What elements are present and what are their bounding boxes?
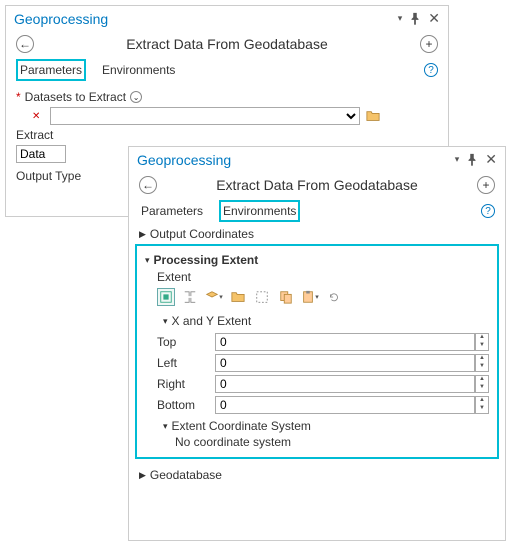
ecs-value: No coordinate system	[175, 435, 489, 449]
dropdown-icon[interactable]: ▾	[455, 154, 460, 165]
spinner-left: ▲▼	[215, 354, 489, 372]
tab-environments[interactable]: Environments	[219, 200, 300, 222]
tab-parameters[interactable]: Parameters	[16, 59, 86, 81]
extent-paste-icon[interactable]: ▾	[301, 288, 319, 306]
titlebar: Geoprocessing ▾ ✕	[6, 6, 448, 31]
chevron-down-icon[interactable]: ⌄	[130, 91, 142, 103]
chevron-down-icon: ▾	[145, 255, 150, 266]
nav-row: ← Extract Data From Geodatabase +	[6, 31, 448, 57]
extent-toolbar: ▾ ▾	[157, 288, 489, 306]
datasets-label-row: * Datasets to Extract ⌄	[16, 90, 438, 104]
pin-icon[interactable]	[408, 12, 422, 26]
section-label: Output Coordinates	[150, 227, 254, 241]
spinner-top: ▲▼	[215, 333, 489, 351]
chevron-right-icon: ▶	[139, 470, 146, 481]
extract-input[interactable]	[16, 145, 66, 163]
coord-label-left: Left	[157, 356, 209, 370]
tool-heading: Extract Data From Geodatabase	[34, 36, 420, 52]
spin-up-icon[interactable]: ▲	[476, 334, 488, 342]
spin-up-icon[interactable]: ▲	[476, 397, 488, 405]
coord-label-right: Right	[157, 377, 209, 391]
datasets-label: Datasets to Extract	[25, 90, 126, 104]
spin-down-icon[interactable]: ▼	[476, 384, 488, 392]
tool-heading: Extract Data From Geodatabase	[157, 177, 477, 193]
chevron-down-icon: ▾	[163, 316, 168, 327]
coord-row-bottom: Bottom ▲▼	[157, 396, 489, 414]
ecs-header[interactable]: ▾ Extent Coordinate System	[163, 417, 489, 435]
nav-row: ← Extract Data From Geodatabase +	[129, 172, 505, 198]
processing-extent-box: ▾ Processing Extent Extent ▾ ▾ ▾ X and Y…	[135, 244, 499, 459]
spin-down-icon[interactable]: ▼	[476, 342, 488, 350]
close-icon[interactable]: ✕	[485, 151, 497, 168]
add-icon[interactable]: +	[420, 35, 438, 53]
coord-input-top[interactable]	[215, 333, 475, 351]
required-icon: *	[16, 90, 21, 104]
back-icon[interactable]: ←	[16, 35, 34, 53]
tabs: Parameters Environments ?	[129, 198, 505, 224]
extent-reset-icon[interactable]	[325, 288, 343, 306]
tab-environments[interactable]: Environments	[100, 61, 177, 79]
extent-copy-icon[interactable]	[277, 288, 295, 306]
extent-default-icon[interactable]	[157, 288, 175, 306]
help-icon[interactable]: ?	[481, 204, 495, 218]
coord-row-top: Top ▲▼	[157, 333, 489, 351]
extent-label: Extent	[157, 270, 489, 284]
ecs-label: Extent Coordinate System	[172, 419, 311, 433]
close-icon[interactable]: ✕	[428, 10, 440, 27]
remove-row-icon[interactable]: ✕	[26, 111, 46, 122]
spinner-right: ▲▼	[215, 375, 489, 393]
coord-row-left: Left ▲▼	[157, 354, 489, 372]
coord-input-left[interactable]	[215, 354, 475, 372]
datasets-input-row: ✕	[26, 107, 438, 125]
section-processing-extent[interactable]: ▾ Processing Extent	[145, 250, 489, 270]
tab-parameters[interactable]: Parameters	[139, 202, 205, 220]
xy-extent-header[interactable]: ▾ X and Y Extent	[163, 312, 489, 330]
panel-title: Geoprocessing	[137, 152, 455, 168]
coord-input-right[interactable]	[215, 375, 475, 393]
tabs: Parameters Environments ?	[6, 57, 448, 83]
add-icon[interactable]: +	[477, 176, 495, 194]
coord-row-right: Right ▲▼	[157, 375, 489, 393]
coord-label-top: Top	[157, 335, 209, 349]
section-geodatabase[interactable]: ▶ Geodatabase	[129, 465, 505, 485]
back-icon[interactable]: ←	[139, 176, 157, 194]
geoprocessing-panel-front: Geoprocessing ▾ ✕ ← Extract Data From Ge…	[128, 146, 506, 541]
extent-union-icon[interactable]	[181, 288, 199, 306]
help-icon[interactable]: ?	[424, 63, 438, 77]
panel-title: Geoprocessing	[14, 11, 398, 27]
section-label: Processing Extent	[154, 253, 259, 267]
xy-extent-label: X and Y Extent	[172, 314, 252, 328]
chevron-down-icon: ▾	[163, 421, 168, 432]
extent-browse-icon[interactable]	[229, 288, 247, 306]
chevron-right-icon: ▶	[139, 229, 146, 240]
browse-folder-icon[interactable]	[364, 107, 382, 125]
section-label: Geodatabase	[150, 468, 222, 482]
section-output-coordinates[interactable]: ▶ Output Coordinates	[129, 224, 505, 244]
spin-up-icon[interactable]: ▲	[476, 355, 488, 363]
spin-down-icon[interactable]: ▼	[476, 363, 488, 371]
spinner-bottom: ▲▼	[215, 396, 489, 414]
spin-down-icon[interactable]: ▼	[476, 405, 488, 413]
extent-layer-icon[interactable]: ▾	[205, 288, 223, 306]
extent-draw-icon[interactable]	[253, 288, 271, 306]
extract-label: Extract	[16, 128, 438, 142]
spin-up-icon[interactable]: ▲	[476, 376, 488, 384]
titlebar: Geoprocessing ▾ ✕	[129, 147, 505, 172]
pin-icon[interactable]	[465, 153, 479, 167]
coord-input-bottom[interactable]	[215, 396, 475, 414]
datasets-dropdown[interactable]	[50, 107, 360, 125]
coord-label-bottom: Bottom	[157, 398, 209, 412]
dropdown-icon[interactable]: ▾	[398, 13, 403, 24]
